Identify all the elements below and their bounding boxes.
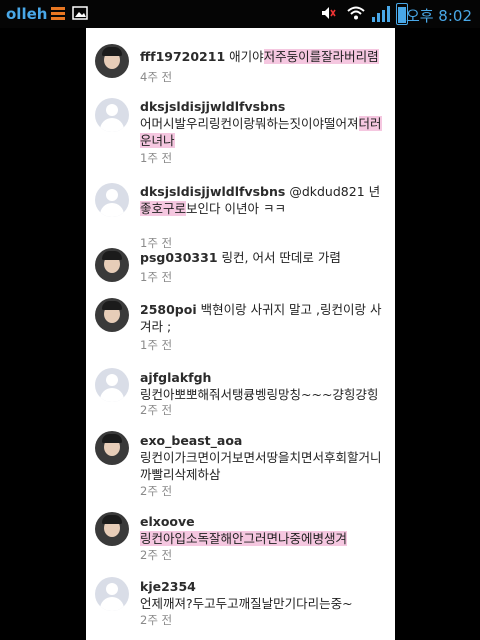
signal-bars-icon [372, 6, 390, 22]
comment-text: ajfglakfgh 링컨아뽀뽀해줘서탱큥벵링망칭~~~걍힝걍힝 [140, 369, 388, 403]
avatar[interactable] [95, 431, 129, 465]
username[interactable]: elxoove [140, 513, 388, 530]
comment-text: 2580poi 백현이랑 사귀지 말고 ,링컨이랑 사겨라 ; [140, 302, 382, 334]
comment-time: 2주 전 [140, 403, 173, 417]
avatar[interactable] [95, 183, 129, 217]
comment-text: elxoove 링컨아입소독잘해안그러면나중에병생겨 [140, 513, 388, 547]
avatar[interactable] [95, 577, 129, 611]
username[interactable]: dksjsldisjjwldlfvsbns [140, 184, 285, 199]
comment-item: fff19720211 애기야저주둥이를잘라버리렴 4주 전 [86, 42, 395, 94]
avatar[interactable] [95, 44, 129, 78]
comment-time: 2주 전 [140, 548, 173, 562]
username[interactable]: 2580poi [140, 302, 197, 317]
comment-list[interactable]: fff19720211 애기야저주둥이를잘라버리렴 4주 전 dksjsldis… [86, 28, 395, 640]
wifi-icon [347, 6, 365, 20]
status-bar: olleh 오후 8:02 [0, 0, 480, 28]
avatar[interactable] [95, 98, 129, 132]
comment-text: dksjsldisjjwldlfvsbns 어머시발우리링컨이랑뭐하는짓이야떨어져… [140, 98, 388, 149]
comment-time: 1주 전 [140, 338, 173, 352]
comment-time: 4주 전 [140, 70, 173, 84]
comment-item: dksjsldisjjwldlfvsbns 어머시발우리링컨이랑뭐하는짓이야떨어져… [86, 96, 395, 174]
avatar[interactable] [95, 512, 129, 546]
username[interactable]: kje2354 [140, 578, 388, 595]
image-notification-icon [72, 6, 88, 20]
comment-time: 2주 전 [140, 613, 173, 627]
avatar[interactable] [95, 368, 129, 402]
username[interactable]: exo_beast_aoa [140, 432, 388, 449]
comment-item: exo_beast_aoa 링컨이가크면이거보면서땅을치면서후회할거니까빨리삭제하… [86, 429, 395, 514]
username[interactable]: ajfglakfgh [140, 369, 388, 386]
username[interactable]: psg030331 [140, 250, 218, 265]
carrier-label: olleh [6, 5, 48, 23]
comment-item: elxoove 링컨아입소독잘해안그러면나중에병생겨 2주 전 [86, 510, 395, 580]
comment-time: 1주 전 [140, 270, 173, 284]
comment-item: kje2354 언제깨져?두고두고깨질날만기다리는중~ 2주 전 [86, 575, 395, 640]
username[interactable]: fff19720211 [140, 49, 225, 64]
app-notification-icon [51, 7, 65, 20]
comment-text: fff19720211 애기야저주둥이를잘라버리렴 [140, 49, 379, 64]
comment-text: dksjsldisjjwldlfvsbns @dkdud821 년좋호구로보인다… [140, 184, 381, 216]
clock: 오후 8:02 [405, 7, 472, 25]
avatar[interactable] [95, 298, 129, 332]
comment-time: 2주 전 [140, 484, 173, 498]
avatar[interactable] [95, 248, 129, 282]
comment-text: psg030331 링컨, 어서 딴데로 가렴 [140, 250, 341, 265]
mute-icon [322, 7, 336, 19]
comment-text: kje2354 언제깨져?두고두고깨질날만기다리는중~ [140, 578, 388, 612]
comment-text: exo_beast_aoa 링컨이가크면이거보면서땅을치면서후회할거니까빨리삭제하… [140, 432, 388, 483]
username[interactable]: dksjsldisjjwldlfvsbns [140, 98, 388, 115]
comment-time: 1주 전 [140, 151, 173, 165]
